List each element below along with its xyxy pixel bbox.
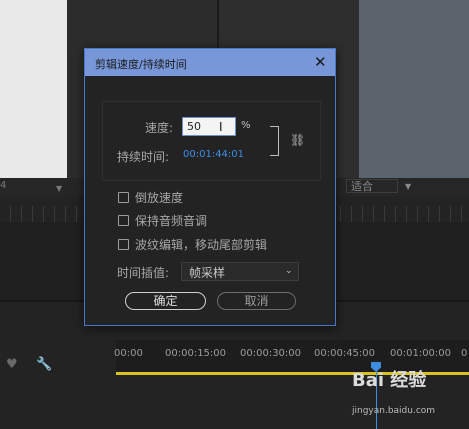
speed-input[interactable]: [182, 117, 236, 136]
speed-label: 速度:: [145, 121, 174, 135]
reverse-speed-checkbox[interactable]: [118, 192, 129, 203]
wrench-icon[interactable]: 🔧: [36, 357, 52, 372]
clip-speed-duration-dialog: 剪辑速度/持续时间 ✕ 速度: I % ⛓ 持续时间: 00:01:44:01 …: [84, 48, 336, 326]
fit-dropdown[interactable]: 适合: [346, 179, 398, 193]
cancel-button[interactable]: 取消: [217, 292, 296, 310]
chevron-down-icon[interactable]: ⌄: [285, 266, 293, 276]
maintain-pitch-checkbox[interactable]: [118, 215, 129, 226]
program-monitor-frame: [359, 0, 469, 178]
source-zoom-value[interactable]: 4: [0, 180, 6, 191]
duration-label: 持续时间:: [117, 150, 170, 164]
ok-button[interactable]: 确定: [125, 292, 206, 310]
chevron-down-icon[interactable]: ▼: [405, 182, 411, 191]
maintain-pitch-label[interactable]: 保持音频音调: [135, 212, 207, 229]
ripple-edit-checkbox[interactable]: [118, 239, 129, 250]
link-bracket: [270, 126, 279, 156]
marker-icon[interactable]: ♥: [6, 357, 18, 372]
timecode-label: 00:01:00:00: [390, 348, 452, 359]
dialog-title-bar[interactable]: 剪辑速度/持续时间 ✕: [85, 49, 335, 76]
timecode-label: 00:00: [114, 348, 143, 359]
speed-duration-group: [102, 101, 321, 181]
fit-dropdown-value: 适合: [351, 180, 373, 193]
time-interpolation-value: 帧采样: [189, 266, 226, 280]
time-interpolation-label: 时间插值:: [117, 266, 170, 280]
timecode-label: 00:00:15:00: [165, 348, 227, 359]
percent-sign: %: [241, 120, 251, 131]
ripple-edit-label[interactable]: 波纹编辑，移动尾部剪辑: [135, 236, 267, 253]
baidu-watermark-url: jingyan.baidu.com: [352, 406, 436, 416]
timecode-label: 0: [461, 348, 468, 359]
source-monitor-frame: [0, 0, 67, 178]
duration-value[interactable]: 00:01:44:01: [183, 149, 244, 160]
timecode-label: 00:00:45:00: [314, 348, 376, 359]
reverse-speed-label[interactable]: 倒放速度: [135, 189, 183, 206]
baidu-watermark: Bai 经验: [352, 370, 427, 391]
text-cursor-icon: I: [219, 120, 223, 134]
timecode-label: 00:00:30:00: [240, 348, 302, 359]
chevron-down-icon[interactable]: ▼: [56, 184, 62, 193]
dialog-title: 剪辑速度/持续时间: [95, 58, 187, 71]
close-icon[interactable]: ✕: [314, 53, 327, 71]
link-icon[interactable]: ⛓: [290, 133, 305, 147]
